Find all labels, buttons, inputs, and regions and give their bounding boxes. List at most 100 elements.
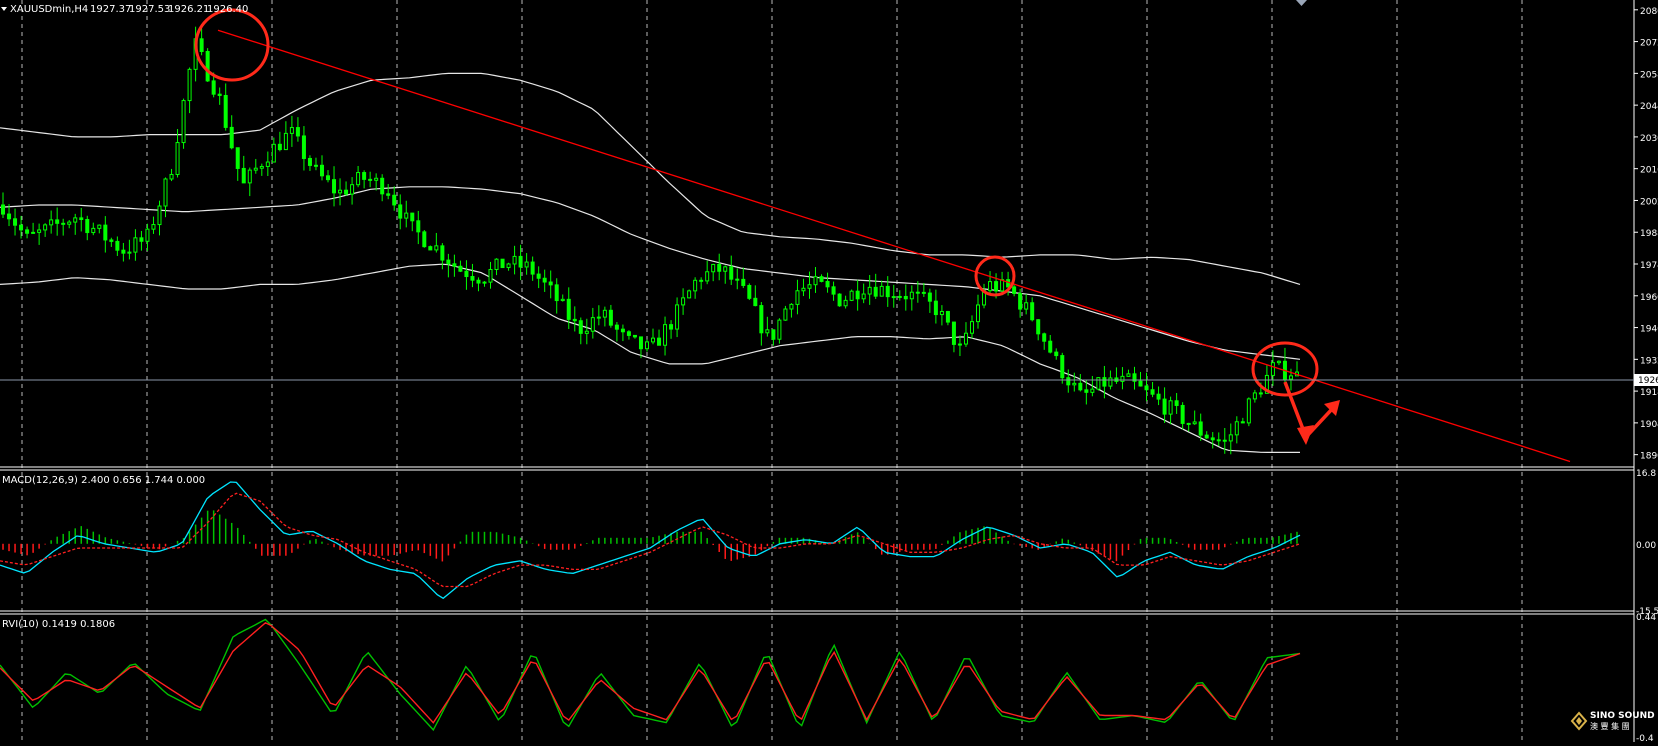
candle-body-0 — [1, 204, 6, 215]
candle-body-6 — [37, 229, 42, 233]
candle-body-146 — [879, 285, 884, 297]
candle-body-135 — [813, 276, 818, 286]
candle-body-192 — [1156, 393, 1161, 400]
candle-body-180 — [1084, 389, 1089, 393]
candle-body-49 — [295, 127, 300, 137]
candle-body-176 — [1060, 355, 1065, 379]
candle-body-120 — [723, 266, 728, 272]
candle-body-42 — [253, 167, 258, 171]
candle-body-4 — [25, 229, 30, 234]
candle-body-78 — [470, 276, 475, 281]
candle-body-57 — [344, 189, 349, 195]
candle-body-159 — [957, 343, 962, 346]
candle-body-34 — [205, 51, 210, 82]
candle-body-187 — [1126, 373, 1131, 377]
dropdown-caret-icon[interactable] — [1, 7, 7, 11]
candle-body-110 — [663, 324, 668, 346]
candle-body-73 — [440, 245, 445, 261]
current-price-tag-text: 1926 — [1638, 376, 1658, 386]
candle-body-198 — [1192, 421, 1197, 425]
chart-shift-marker-icon[interactable] — [1296, 0, 1307, 6]
candle-body-145 — [873, 286, 878, 297]
candle-body-184 — [1108, 377, 1113, 387]
candle-body-40 — [241, 167, 246, 184]
candle-body-173 — [1042, 333, 1047, 342]
candle-body-74 — [446, 259, 451, 265]
trendline-layer — [217, 29, 1571, 463]
candle-body-165 — [994, 281, 999, 292]
candle-body-10 — [61, 222, 66, 225]
price-tick-label-3: 2044 — [1640, 102, 1658, 112]
candle-body-157 — [945, 310, 950, 323]
candle-body-29 — [175, 142, 180, 175]
candle-body-206 — [1240, 421, 1245, 424]
symbol-header: XAUUSDmin,H4 — [10, 4, 88, 15]
candle-body-28 — [169, 173, 174, 180]
candle-body-2 — [13, 218, 18, 226]
candle-body-93 — [560, 298, 565, 302]
candle-body-88 — [530, 261, 535, 275]
logo-text: SINO SOUND — [1590, 711, 1655, 721]
candle-body-21 — [127, 251, 132, 254]
candle-body-19 — [115, 240, 120, 251]
ohlc-close: 1926.40 — [207, 4, 248, 15]
bollinger-band-lower — [0, 263, 1300, 453]
candle-body-5 — [31, 231, 36, 234]
candle-body-122 — [735, 278, 740, 281]
candle-body-147 — [885, 285, 890, 298]
candle-body-100 — [602, 309, 607, 318]
candle-body-67 — [404, 212, 409, 219]
candle-body-191 — [1150, 389, 1155, 395]
candle-body-12 — [73, 217, 78, 223]
price-tick-label-6: 2002 — [1640, 197, 1658, 207]
price-tick-label-14: 1890 — [1640, 452, 1658, 462]
candle-body-20 — [121, 249, 126, 254]
price-tick-label-12: 1918 — [1640, 388, 1658, 398]
candle-body-51 — [307, 157, 312, 166]
candle-body-56 — [338, 189, 343, 194]
price-tick-label-0: 2086 — [1640, 7, 1658, 17]
candle-body-96 — [578, 320, 583, 334]
candle-body-35 — [211, 80, 216, 95]
price-tick-label-2: 2058 — [1640, 70, 1658, 80]
candle-body-118 — [711, 263, 716, 273]
candle-body-115 — [693, 279, 698, 292]
price-tick-label-10: 1946 — [1640, 325, 1658, 335]
candle-body-174 — [1048, 340, 1053, 353]
candle-body-95 — [572, 318, 577, 322]
candle-body-30 — [181, 100, 186, 144]
ohlc-low: 1926.21 — [168, 4, 209, 15]
candle-body-41 — [247, 169, 252, 184]
candle-body-26 — [157, 205, 162, 226]
candle-body-44 — [265, 161, 270, 167]
candle-body-119 — [717, 263, 722, 272]
candle-body-121 — [729, 266, 734, 280]
rvi-tick-label-1: -0.4 — [1636, 734, 1654, 742]
candle-body-104 — [626, 331, 631, 336]
candle-body-208 — [1252, 392, 1257, 400]
candle-body-178 — [1072, 382, 1077, 386]
candle-body-140 — [843, 299, 848, 307]
candle-body-128 — [771, 329, 776, 340]
candle-body-149 — [897, 295, 902, 298]
candle-body-1 — [7, 213, 12, 220]
candle-body-103 — [620, 328, 625, 333]
candle-body-7 — [43, 224, 48, 231]
candle-body-154 — [927, 292, 932, 302]
candle-body-87 — [524, 261, 529, 268]
candle-body-169 — [1018, 292, 1023, 310]
candle-body-46 — [277, 143, 282, 151]
candle-body-134 — [807, 284, 812, 289]
candle-body-97 — [584, 330, 589, 334]
candle-body-27 — [163, 178, 168, 207]
candle-body-114 — [687, 290, 692, 299]
candle-body-39 — [235, 147, 240, 169]
price-chart-canvas[interactable]: 16.80.00-15.5 0.44-0.4 20862072205820442… — [0, 0, 1658, 744]
macd-indicator: 16.80.00-15.5 — [0, 469, 1658, 617]
candle-body-109 — [657, 337, 662, 346]
candle-body-23 — [139, 237, 144, 242]
ohlc-open: 1927.37 — [90, 4, 131, 15]
candle-body-71 — [428, 246, 433, 251]
candle-body-70 — [422, 231, 427, 248]
candle-body-177 — [1066, 377, 1071, 386]
